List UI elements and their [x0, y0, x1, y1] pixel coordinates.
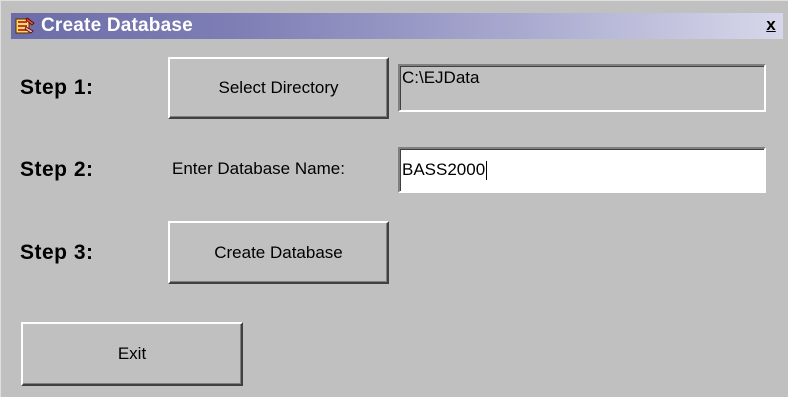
create-database-label: Create Database: [214, 242, 343, 262]
create-database-button[interactable]: Create Database: [168, 221, 389, 284]
title-bar[interactable]: Create Database x: [11, 13, 783, 39]
step-1-label: Step 1:: [20, 76, 94, 99]
text-caret: [486, 160, 488, 180]
database-name-label: Enter Database Name:: [172, 159, 345, 178]
database-name-input[interactable]: BASS2000: [398, 147, 766, 193]
directory-path-field: C:\EJData: [398, 64, 766, 112]
create-database-dialog: Create Database x Step 1: Select Directo…: [0, 0, 788, 397]
close-button[interactable]: x: [763, 16, 779, 34]
exit-button[interactable]: Exit: [21, 322, 243, 386]
select-directory-label: Select Directory: [218, 78, 339, 97]
step-2-label: Step 2:: [20, 158, 94, 181]
exit-label: Exit: [117, 344, 147, 363]
database-name-value: BASS2000: [402, 160, 486, 179]
window-title: Create Database: [41, 15, 193, 36]
select-directory-button[interactable]: Select Directory: [168, 57, 389, 119]
directory-path-value: C:\EJData: [402, 68, 480, 87]
database-app-icon: [15, 17, 35, 35]
step-3-label: Step 3:: [20, 241, 94, 264]
